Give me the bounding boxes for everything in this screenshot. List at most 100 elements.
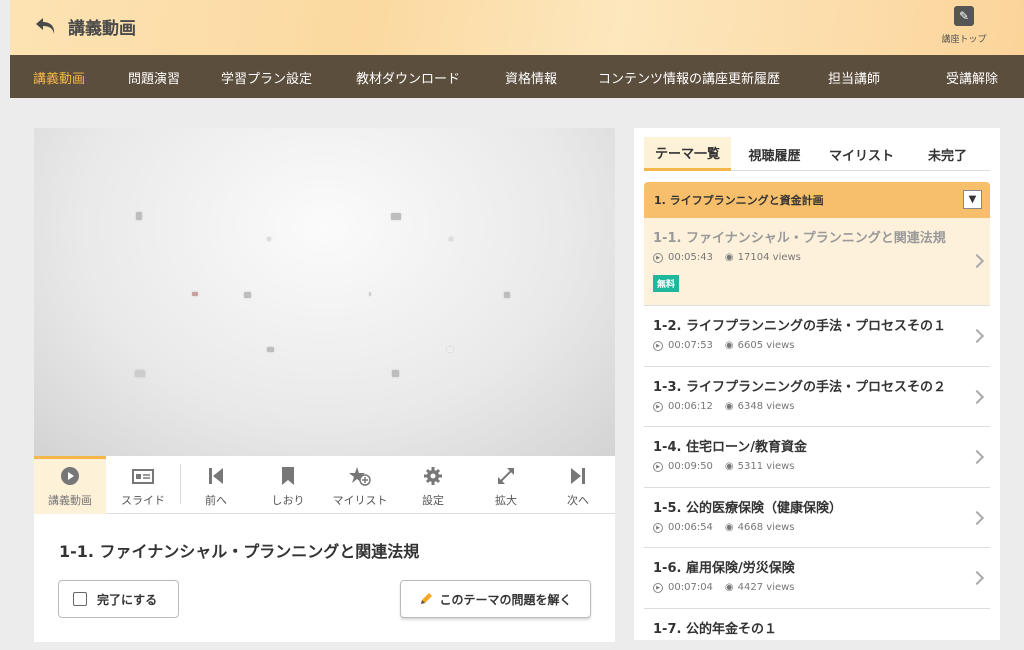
theme-duration: 00:07:04 bbox=[668, 582, 713, 593]
control-mylist[interactable]: マイリスト bbox=[324, 456, 396, 514]
course-top-link[interactable]: ✎ 講座トップ bbox=[934, 6, 994, 45]
play-icon: ▶ bbox=[653, 582, 663, 593]
floating-cube bbox=[244, 292, 251, 298]
control-label: スライド bbox=[121, 494, 165, 507]
floating-cube bbox=[447, 347, 453, 352]
theme-title: 1-2. ライフプランニングの手法・プロセスその１ bbox=[653, 319, 946, 334]
theme-meta: ▶ 00:06:54 ◉ 4668 views bbox=[653, 522, 795, 533]
theme-title: 1-1. ファイナンシャル・プランニングと関連法規 bbox=[653, 231, 946, 246]
eye-icon: ◉ bbox=[724, 461, 734, 472]
chevron-right-icon bbox=[969, 449, 985, 465]
chevron-right-icon bbox=[969, 328, 985, 344]
theme-meta: ▶ 00:07:53 ◉ 6605 views bbox=[653, 340, 795, 351]
chapter-selector[interactable]: 1. ライフプランニングと資金計画 ▼ bbox=[644, 182, 990, 218]
player-controls: 講義動画 スライド 前へ しおり マイリスト 設定 拡大 次へ bbox=[34, 456, 615, 514]
nav-instructor[interactable]: 担当講師 bbox=[828, 68, 880, 87]
play-icon: ▶ bbox=[653, 522, 663, 533]
player-card: 講義動画 スライド 前へ しおり マイリスト 設定 拡大 次へ 1-1. ファイ… bbox=[34, 128, 615, 642]
floating-cube bbox=[135, 370, 145, 377]
control-next[interactable]: 次へ bbox=[542, 456, 614, 514]
nav-lecture-video[interactable]: 講義動画 bbox=[33, 68, 85, 87]
theme-title: 1-5. 公的医療保険（健康保険） bbox=[653, 501, 842, 516]
nav-update-history[interactable]: コンテンツ情報の講座更新履歴 bbox=[598, 68, 780, 87]
control-lecture-video[interactable]: 講義動画 bbox=[34, 456, 106, 514]
control-previous[interactable]: 前へ bbox=[180, 456, 252, 514]
pencil-icon bbox=[421, 593, 433, 604]
theme-meta: ▶ 00:06:12 ◉ 6348 views bbox=[653, 401, 795, 412]
star-plus-icon bbox=[349, 467, 371, 486]
back-button[interactable]: 講義動画 bbox=[34, 12, 154, 40]
checkbox-icon[interactable] bbox=[73, 592, 87, 606]
eye-icon: ◉ bbox=[724, 582, 734, 593]
control-label: 前へ bbox=[205, 494, 227, 507]
nav-materials-download[interactable]: 教材ダウンロード bbox=[356, 68, 460, 87]
theme-item[interactable]: 1-6. 雇用保険/労災保険 ▶ 00:07:04 ◉ 4427 views bbox=[644, 548, 990, 609]
play-icon: ▶ bbox=[653, 252, 663, 263]
header-title: 講義動画 bbox=[68, 18, 136, 39]
floating-cube bbox=[136, 212, 142, 220]
nav-qualification-info[interactable]: 資格情報 bbox=[505, 68, 557, 87]
main-nav: 講義動画 問題演習 学習プラン設定 教材ダウンロード 資格情報 コンテンツ情報の… bbox=[10, 55, 1024, 98]
play-icon: ▶ bbox=[653, 461, 663, 472]
control-label: 次へ bbox=[567, 494, 589, 507]
eye-icon: ◉ bbox=[724, 401, 734, 412]
theme-item[interactable]: 1-5. 公的医療保険（健康保険） ▶ 00:06:54 ◉ 4668 view… bbox=[644, 488, 990, 548]
theme-sidebar: テーマ一覧 視聴履歴 マイリスト 未完了 1. ライフプランニングと資金計画 ▼… bbox=[634, 128, 1000, 640]
tab-incomplete[interactable]: 未完了 bbox=[905, 137, 990, 171]
control-label: マイリスト bbox=[332, 494, 388, 507]
play-circle-icon bbox=[61, 467, 79, 485]
theme-duration: 00:06:54 bbox=[668, 522, 713, 533]
chevron-right-icon bbox=[969, 570, 985, 586]
theme-item[interactable]: 1-4. 住宅ローン/教育資金 ▶ 00:09:50 ◉ 5311 views bbox=[644, 427, 990, 488]
theme-item[interactable]: 1-3. ライフプランニングの手法・プロセスその２ ▶ 00:06:12 ◉ 6… bbox=[644, 367, 990, 427]
control-bookmark[interactable]: しおり bbox=[252, 456, 324, 514]
control-label: 拡大 bbox=[495, 494, 517, 507]
chapter-title: 1. ライフプランニングと資金計画 bbox=[654, 194, 824, 207]
eye-icon: ◉ bbox=[724, 522, 734, 533]
floating-cube bbox=[267, 237, 271, 241]
theme-views: 5311 views bbox=[737, 461, 795, 472]
mark-complete-button[interactable]: 完了にする bbox=[58, 580, 179, 618]
floating-cube bbox=[369, 292, 371, 296]
theme-meta: ▶ 00:05:43 ◉ 17104 views bbox=[653, 252, 801, 263]
control-label: 講義動画 bbox=[48, 494, 92, 507]
skip-forward-icon bbox=[571, 468, 585, 484]
theme-views: 6605 views bbox=[737, 340, 795, 351]
control-settings[interactable]: 設定 bbox=[397, 456, 469, 514]
back-arrow-icon bbox=[36, 18, 55, 34]
theme-title: 1-3. ライフプランニングの手法・プロセスその２ bbox=[653, 380, 946, 395]
course-top-label: 講座トップ bbox=[941, 35, 987, 45]
floating-cube bbox=[392, 370, 399, 377]
theme-views: 6348 views bbox=[737, 401, 795, 412]
bookmark-icon bbox=[282, 467, 294, 485]
solve-quiz-button[interactable]: このテーマの問題を解く bbox=[400, 580, 591, 618]
slide-icon bbox=[132, 469, 154, 484]
theme-views: 4668 views bbox=[737, 522, 795, 533]
play-icon: ▶ bbox=[653, 401, 663, 412]
tab-theme-list[interactable]: テーマ一覧 bbox=[644, 137, 731, 171]
mark-complete-label: 完了にする bbox=[97, 592, 158, 607]
control-label: しおり bbox=[271, 494, 305, 507]
theme-duration: 00:09:50 bbox=[668, 461, 713, 472]
tab-mylist[interactable]: マイリスト bbox=[818, 137, 905, 171]
theme-item[interactable]: 1-7. 公的年金その１ bbox=[644, 609, 990, 640]
floating-cube bbox=[449, 237, 453, 241]
dropdown-icon[interactable]: ▼ bbox=[963, 190, 982, 209]
theme-duration: 00:07:53 bbox=[668, 340, 713, 351]
nav-unsubscribe[interactable]: 受講解除 bbox=[946, 68, 998, 87]
video-player[interactable] bbox=[34, 128, 615, 456]
theme-item[interactable]: 1-1. ファイナンシャル・プランニングと関連法規 ▶ 00:05:43 ◉ 1… bbox=[644, 218, 990, 306]
control-label: 設定 bbox=[422, 494, 444, 507]
theme-meta: ▶ 00:09:50 ◉ 5311 views bbox=[653, 461, 795, 472]
theme-item[interactable]: 1-2. ライフプランニングの手法・プロセスその１ ▶ 00:07:53 ◉ 6… bbox=[644, 306, 990, 367]
theme-views: 4427 views bbox=[737, 582, 795, 593]
control-expand[interactable]: 拡大 bbox=[470, 456, 542, 514]
nav-study-plan[interactable]: 学習プラン設定 bbox=[221, 68, 312, 87]
sidebar-tabs: テーマ一覧 視聴履歴 マイリスト 未完了 bbox=[644, 137, 990, 171]
tab-view-history[interactable]: 視聴履歴 bbox=[731, 137, 818, 171]
nav-exercises[interactable]: 問題演習 bbox=[128, 68, 180, 87]
floating-cube bbox=[192, 292, 198, 296]
theme-title: 1-6. 雇用保険/労災保険 bbox=[653, 561, 795, 576]
floating-cube bbox=[267, 347, 274, 352]
control-slide[interactable]: スライド bbox=[107, 456, 179, 514]
